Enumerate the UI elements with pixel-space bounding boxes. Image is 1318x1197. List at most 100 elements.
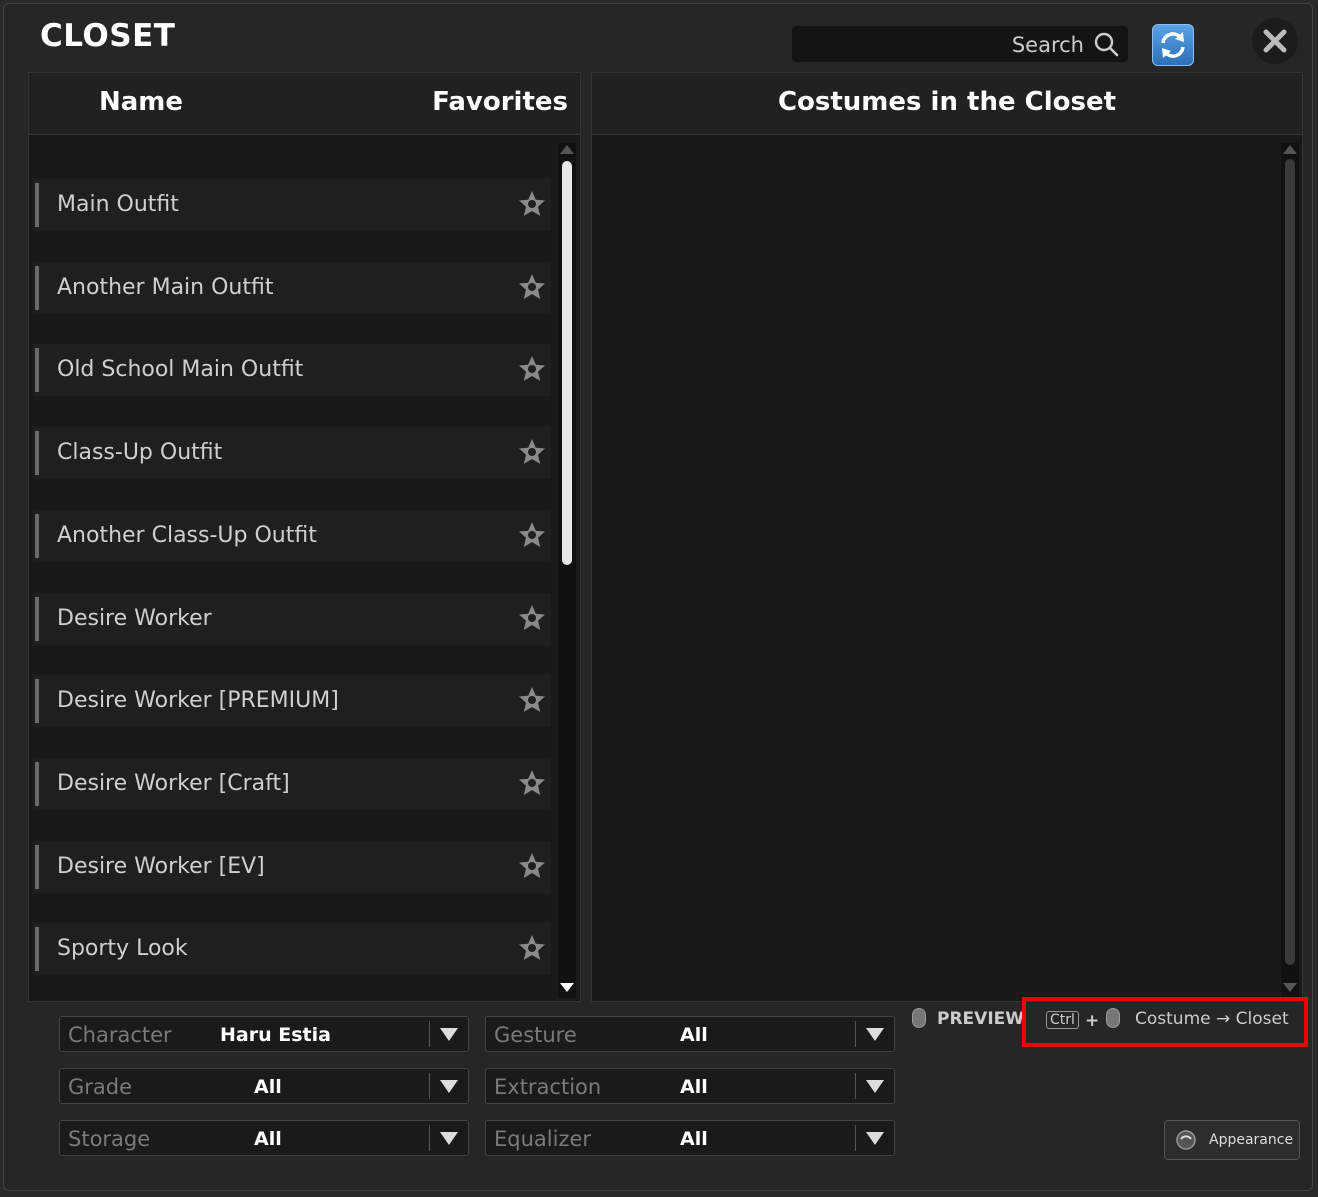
gesture-value: All: [680, 1024, 708, 1046]
outfit-list-item[interactable]: Desire Worker [PREMIUM]: [33, 675, 551, 728]
refresh-button[interactable]: [1152, 24, 1194, 66]
storage-label: Storage: [68, 1127, 151, 1151]
chevron-down-icon: [440, 1028, 458, 1041]
scroll-up-icon[interactable]: [1282, 143, 1298, 155]
outfit-list-item[interactable]: Desire Worker: [33, 592, 551, 645]
star-icon[interactable]: [517, 603, 547, 633]
chevron-down-icon: [440, 1080, 458, 1093]
preview-hint: PREVIEW: [937, 1009, 1025, 1029]
dropdown-divider: [429, 1125, 430, 1151]
row-indicator: [35, 183, 39, 227]
outfit-list-item[interactable]: Desire Worker [EV]: [33, 840, 551, 893]
storage-value: All: [254, 1128, 282, 1150]
star-icon[interactable]: [517, 354, 547, 384]
grade-value: All: [254, 1076, 282, 1098]
row-indicator: [35, 513, 39, 558]
window-title: CLOSET: [40, 18, 176, 54]
outfit-name: Class-Up Outfit: [57, 440, 223, 466]
extraction-label: Extraction: [494, 1075, 602, 1099]
title-bar: CLOSET Search: [4, 4, 1312, 70]
dropdown-divider: [855, 1073, 856, 1099]
outfit-name: Desire Worker: [57, 605, 212, 631]
costumes-panel: Costumes in the Closet: [591, 72, 1303, 1002]
outfit-name: Sporty Look: [57, 936, 188, 962]
search-icon[interactable]: [1092, 30, 1120, 58]
gesture-label: Gesture: [494, 1023, 577, 1047]
row-indicator: [35, 596, 39, 641]
star-icon[interactable]: [517, 851, 547, 881]
outfit-list-item[interactable]: Desire Worker [Craft]: [33, 757, 551, 810]
outfit-list-item[interactable]: Sporty Look: [33, 923, 551, 976]
character-value: Haru Estia: [220, 1024, 331, 1046]
grade-label: Grade: [68, 1075, 133, 1099]
star-icon[interactable]: [517, 520, 547, 550]
equalizer-value: All: [680, 1128, 708, 1150]
outfit-name: Desire Worker [EV]: [57, 853, 265, 879]
row-indicator: [35, 761, 39, 806]
close-button[interactable]: [1252, 18, 1298, 64]
outfit-name: Old School Main Outfit: [57, 357, 304, 383]
outfit-list-panel: Name Favorites Main Outfit Another Main O…: [28, 72, 581, 1002]
chevron-down-icon: [440, 1132, 458, 1145]
outfit-name: Main Outfit: [57, 192, 179, 217]
row-indicator: [35, 431, 39, 476]
storage-dropdown[interactable]: Storage All: [59, 1120, 469, 1156]
outfit-name: Desire Worker [PREMIUM]: [57, 688, 339, 714]
outfit-name: Another Main Outfit: [57, 274, 274, 300]
outfit-name: Another Class-Up Outfit: [57, 522, 317, 548]
name-column-header[interactable]: Name: [99, 87, 183, 117]
outfit-name: Desire Worker [Craft]: [57, 770, 290, 796]
costumes-scrollbar[interactable]: [1281, 143, 1299, 998]
equalizer-label: Equalizer: [494, 1127, 592, 1151]
dropdown-divider: [429, 1021, 430, 1047]
star-icon[interactable]: [517, 933, 547, 963]
favorites-column-header[interactable]: Favorites: [432, 87, 568, 117]
dropdown-divider: [429, 1073, 430, 1099]
extraction-value: All: [680, 1076, 708, 1098]
character-dropdown[interactable]: Character Haru Estia: [59, 1016, 469, 1052]
extraction-dropdown[interactable]: Extraction All: [485, 1068, 895, 1104]
gesture-dropdown[interactable]: Gesture All: [485, 1016, 895, 1052]
character-label: Character: [68, 1023, 172, 1047]
star-icon[interactable]: [517, 272, 547, 302]
scroll-down-icon[interactable]: [559, 982, 575, 994]
outfit-list-scrollbar[interactable]: [558, 143, 576, 998]
star-icon[interactable]: [517, 437, 547, 467]
outfit-list-item[interactable]: Another Class-Up Outfit: [33, 509, 551, 562]
outfit-list-item[interactable]: Class-Up Outfit: [33, 427, 551, 480]
close-icon: [1263, 29, 1287, 53]
appearance-button[interactable]: Appearance: [1164, 1120, 1300, 1160]
dropdown-divider: [855, 1021, 856, 1047]
outfit-list-header: Name Favorites: [29, 73, 580, 135]
outfit-list-item[interactable]: Old School Main Outfit: [33, 344, 551, 397]
chevron-down-icon: [866, 1080, 884, 1093]
outfit-list-item[interactable]: Main Outfit: [33, 179, 551, 231]
mouse-icon: [912, 1008, 926, 1028]
star-icon[interactable]: [517, 685, 547, 715]
equalizer-dropdown[interactable]: Equalizer All: [485, 1120, 895, 1156]
search-field[interactable]: Search: [792, 26, 1128, 62]
costumes-header: Costumes in the Closet: [592, 73, 1302, 135]
search-label: Search: [1011, 33, 1084, 57]
dropdown-divider: [855, 1125, 856, 1151]
appearance-label: Appearance: [1209, 1132, 1294, 1148]
appearance-icon: [1176, 1130, 1196, 1150]
scroll-down-icon[interactable]: [1282, 982, 1298, 994]
row-indicator: [35, 265, 39, 310]
chevron-down-icon: [866, 1028, 884, 1041]
grade-dropdown[interactable]: Grade All: [59, 1068, 469, 1104]
row-indicator: [35, 844, 39, 889]
outfit-list-item[interactable]: Another Main Outfit: [33, 261, 551, 314]
star-icon[interactable]: [517, 768, 547, 798]
refresh-icon: [1161, 32, 1185, 58]
costumes-title: Costumes in the Closet: [777, 87, 1117, 117]
row-indicator: [35, 927, 39, 972]
star-icon[interactable]: [517, 189, 547, 219]
scroll-up-icon[interactable]: [559, 143, 575, 155]
row-indicator: [35, 348, 39, 393]
highlight-box: [1022, 997, 1308, 1047]
scrollbar-thumb[interactable]: [562, 161, 572, 565]
scrollbar-track[interactable]: [1285, 159, 1295, 965]
chevron-down-icon: [866, 1132, 884, 1145]
row-indicator: [35, 679, 39, 724]
